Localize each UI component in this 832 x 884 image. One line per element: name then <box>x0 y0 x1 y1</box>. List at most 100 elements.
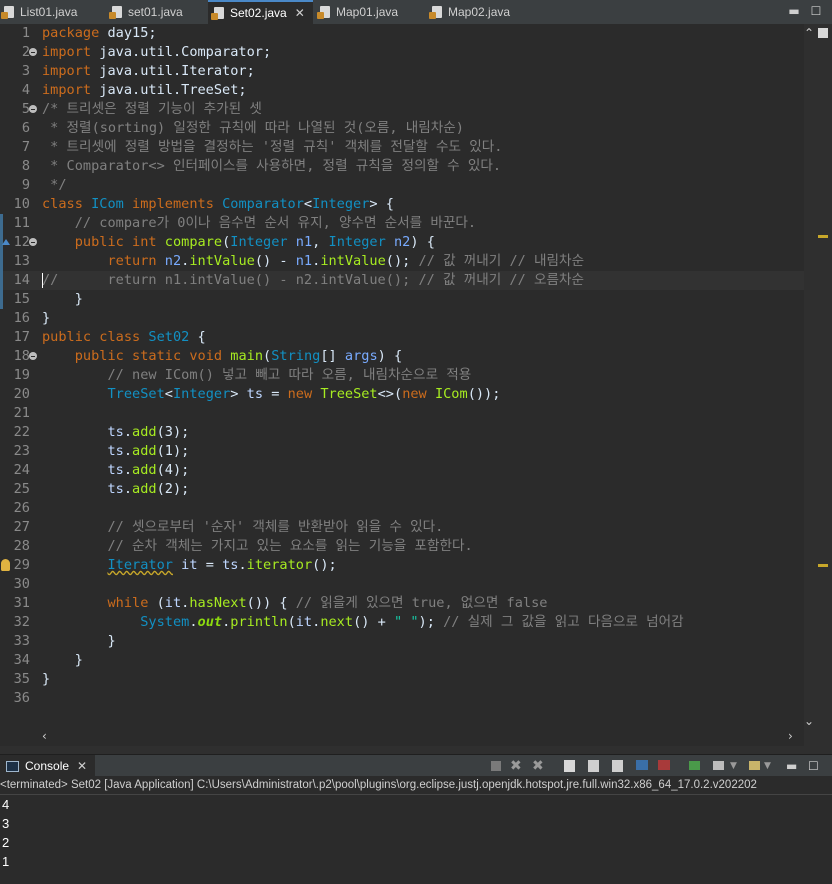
line-number: 4 <box>21 82 30 98</box>
display-console-icon[interactable] <box>710 758 726 774</box>
code-line[interactable]: 23 ts.add(1); <box>0 442 804 461</box>
code-text: public class Set02 { <box>42 329 206 345</box>
code-line[interactable]: 27 // 셋으로부터 '순자' 객체를 반환받아 읽을 수 있다. <box>0 518 804 537</box>
code-text: while (it.hasNext()) { // 읽을게 있으면 true, … <box>107 595 548 611</box>
fold-toggle-icon[interactable] <box>29 238 37 246</box>
editor-tab-bar: List01.java set01.java Set02.java ✕ Map0… <box>0 0 832 25</box>
code-line[interactable]: 26 <box>0 499 804 518</box>
code-line[interactable]: 30 <box>0 575 804 594</box>
minimize-icon[interactable]: ▬ <box>786 3 802 19</box>
chevron-down-icon[interactable]: ▼ <box>730 758 746 774</box>
code-line[interactable]: 36 <box>0 689 804 708</box>
code-line[interactable]: 11 // compare가 0이나 음수면 순서 유지, 양수면 순서를 바꾼… <box>0 214 804 233</box>
tab-map02[interactable]: Map02.java <box>429 0 510 24</box>
code-line[interactable]: 7 * 트리셋에 정렬 방법을 결정하는 '정렬 규칙' 객체를 전달할 수도 … <box>0 138 804 157</box>
line-number: 1 <box>21 25 30 41</box>
remove-launch-icon[interactable]: ✖ <box>510 758 526 774</box>
code-text: ts.add(4); <box>107 462 190 478</box>
warning-lightbulb-icon[interactable] <box>1 559 10 571</box>
maximize-icon[interactable]: ☐ <box>808 3 824 19</box>
code-text: * 트리셋에 정렬 방법을 결정하는 '정렬 규칙' 객체를 전달할 수도 있다… <box>42 139 503 155</box>
line-number: 18 <box>13 348 30 364</box>
code-text: } <box>42 310 51 326</box>
line-number: 31 <box>13 595 30 611</box>
code-line[interactable]: 9 */ <box>0 176 804 195</box>
code-line[interactable]: 19 // new ICom() 넣고 빼고 따라 오름, 내림차순으로 적용 <box>0 366 804 385</box>
console-output-line: 3 <box>2 816 10 831</box>
code-line[interactable]: 21 <box>0 404 804 423</box>
scroll-up-icon[interactable]: ⌃ <box>804 26 814 40</box>
vertical-scrollbar[interactable]: ⌃ ⌄ <box>804 24 832 746</box>
code-line[interactable]: 8 * Comparator<> 인터페이스를 사용하면, 정렬 규칙을 정의할… <box>0 157 804 176</box>
fold-toggle-icon[interactable] <box>29 105 37 113</box>
code-text: */ <box>42 177 67 193</box>
code-editor[interactable]: 1 package day15; 2 import java.util.Compara… <box>0 24 804 746</box>
code-line[interactable]: 20 TreeSet<Integer> ts = new TreeSet<>(n… <box>0 385 804 404</box>
scroll-lock-icon[interactable] <box>586 758 602 774</box>
terminate-icon[interactable] <box>488 758 504 774</box>
tab-set02[interactable]: Set02.java ✕ <box>208 0 313 24</box>
code-line[interactable]: 34 } <box>0 651 804 670</box>
warning-marker[interactable] <box>818 564 828 567</box>
code-line[interactable]: 17 public class Set02 { <box>0 328 804 347</box>
tab-set01[interactable]: set01.java <box>109 0 183 24</box>
code-line[interactable]: 12 public int compare(Integer n1, Intege… <box>0 233 804 252</box>
line-number: 14 <box>13 272 30 288</box>
tab-list01[interactable]: List01.java <box>1 0 77 24</box>
code-line[interactable]: 31 while (it.hasNext()) { // 읽을게 있으면 tru… <box>0 594 804 613</box>
code-line[interactable]: 32 System.out.println(it.next() + " "); … <box>0 613 804 632</box>
code-line[interactable]: 24 ts.add(4); <box>0 461 804 480</box>
code-line[interactable]: 25 ts.add(2); <box>0 480 804 499</box>
code-text: public int compare(Integer n1, Integer n… <box>74 234 435 250</box>
remove-all-terminated-icon[interactable]: ✖ <box>532 758 548 774</box>
line-number: 9 <box>21 177 30 193</box>
code-line[interactable]: 5 /* 트리셋은 정렬 기능이 추가된 셋 <box>0 100 804 119</box>
tab-map01[interactable]: Map01.java <box>317 0 398 24</box>
code-text: TreeSet<Integer> ts = new TreeSet<>(new … <box>107 386 501 402</box>
code-line[interactable]: 2 import java.util.Comparator; <box>0 43 804 62</box>
close-icon[interactable]: ✕ <box>295 6 305 20</box>
code-text: ts.add(2); <box>107 481 190 497</box>
clear-console-icon[interactable] <box>562 758 578 774</box>
code-line[interactable]: 6 * 정렬(sorting) 일정한 규칙에 따라 나열된 것(오름, 내림차… <box>0 119 804 138</box>
scroll-left-icon[interactable]: ‹ <box>42 729 47 743</box>
code-line[interactable]: 33 } <box>0 632 804 651</box>
code-line[interactable]: 18 public static void main(String[] args… <box>0 347 804 366</box>
warning-marker[interactable] <box>818 235 828 238</box>
code-line[interactable]: 28 // 순차 객체는 가지고 있는 요소를 읽는 기능을 포함한다. <box>0 537 804 556</box>
new-console-icon[interactable] <box>746 758 762 774</box>
pin-console-icon[interactable] <box>686 758 702 774</box>
change-marker <box>0 214 3 309</box>
fold-toggle-icon[interactable] <box>29 352 37 360</box>
code-line[interactable]: 22 ts.add(3); <box>0 423 804 442</box>
tab-console[interactable]: Console ✕ <box>0 755 96 777</box>
tab-label: Set02.java <box>230 6 287 20</box>
close-icon[interactable]: ✕ <box>77 759 87 773</box>
word-wrap-icon[interactable] <box>610 758 626 774</box>
code-text: // return n1.intValue() - n2.intValue();… <box>42 272 584 288</box>
console-output[interactable]: 4 3 2 1 <box>0 795 832 884</box>
code-line[interactable]: 29 Iterator it = ts.iterator(); <box>0 556 804 575</box>
minimize-icon[interactable]: ▬ <box>786 758 802 774</box>
override-indicator-icon[interactable] <box>2 239 10 245</box>
fold-toggle-icon[interactable] <box>29 48 37 56</box>
maximize-icon[interactable]: ☐ <box>808 758 824 774</box>
code-line[interactable]: 10 class ICom implements Comparator<Integ… <box>0 195 804 214</box>
horizontal-scrollbar[interactable]: ‹ › <box>36 729 804 746</box>
show-console-stdout-icon[interactable] <box>634 758 650 774</box>
code-line[interactable]: 1 package day15; <box>0 24 804 43</box>
show-console-stderr-icon[interactable] <box>656 758 672 774</box>
java-file-icon <box>317 6 330 19</box>
scroll-right-icon[interactable]: › <box>788 729 793 743</box>
chevron-down-icon[interactable]: ▼ <box>764 758 780 774</box>
code-line[interactable]: 16} <box>0 309 804 328</box>
code-line[interactable]: 3 import java.util.Iterator; <box>0 62 804 81</box>
code-line[interactable]: 15 } <box>0 290 804 309</box>
overview-ruler-marker <box>818 28 828 38</box>
code-line[interactable]: 13 return n2.intValue() - n1.intValue();… <box>0 252 804 271</box>
scroll-down-icon[interactable]: ⌄ <box>804 714 814 728</box>
code-line[interactable]: 4 import java.util.TreeSet; <box>0 81 804 100</box>
line-number: 10 <box>13 196 30 212</box>
code-line[interactable]: 14 // return n1.intValue() - n2.intValue(… <box>0 271 804 290</box>
code-line[interactable]: 35} <box>0 670 804 689</box>
